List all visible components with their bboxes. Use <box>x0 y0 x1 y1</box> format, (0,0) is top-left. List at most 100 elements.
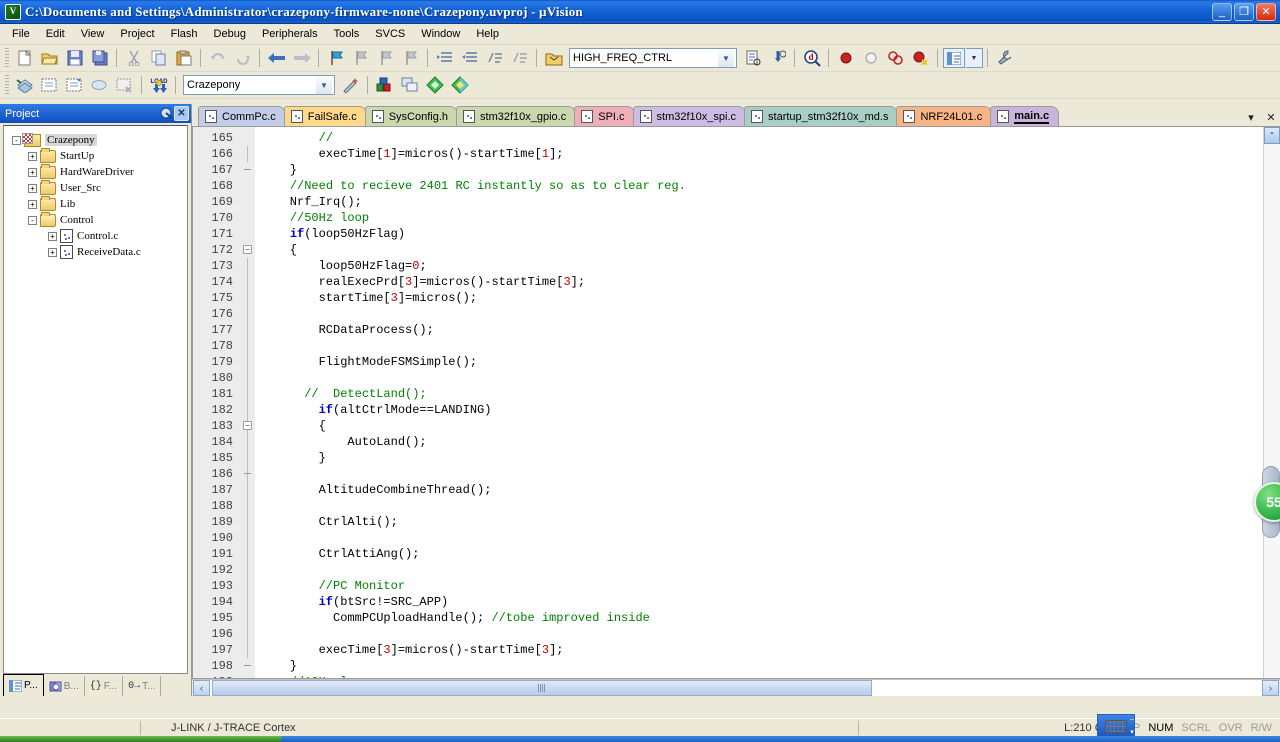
code-line[interactable]: AutoLand(); <box>255 434 1263 450</box>
disable-all-breakpoints-icon[interactable] <box>909 47 932 69</box>
minimize-button[interactable]: _ <box>1212 3 1232 21</box>
windows-taskbar[interactable] <box>0 736 1280 742</box>
code-line[interactable] <box>255 306 1263 322</box>
code-editor[interactable]: 165166167168169170171172−173174175176177… <box>192 126 1280 679</box>
insert-breakpoint-icon[interactable] <box>834 47 857 69</box>
editor-tab-stm32f10x-spi-c[interactable]: stm32f10x_spi.c <box>633 106 746 126</box>
manage-project-items-icon[interactable] <box>373 74 396 96</box>
code-line[interactable]: AltitudeCombineThread(); <box>255 482 1263 498</box>
tree-toggle[interactable]: - <box>12 136 21 145</box>
close-tab-icon[interactable]: ✕ <box>1264 111 1278 124</box>
navigate-forward-icon[interactable] <box>290 47 313 69</box>
code-line[interactable]: //50Hz loop <box>255 210 1263 226</box>
fold-toggle[interactable]: − <box>243 421 252 430</box>
toolbar-grip[interactable] <box>5 75 9 95</box>
indent-icon[interactable] <box>433 47 456 69</box>
tree-toggle[interactable]: + <box>28 152 37 161</box>
code-line[interactable]: Nrf_Irq(); <box>255 194 1263 210</box>
tree-toggle[interactable]: + <box>28 168 37 177</box>
open-file-icon[interactable] <box>38 47 61 69</box>
tree-item-receivedata-c[interactable]: + ReceiveData.c <box>8 244 187 260</box>
editor-tab-spi-c[interactable]: SPI.c <box>574 106 634 126</box>
tree-item-control-c[interactable]: + Control.c <box>8 228 187 244</box>
code-line[interactable]: //10Hz loop <box>255 674 1263 678</box>
translate-icon[interactable] <box>13 74 36 96</box>
project-tab-templates[interactable]: 0→ T... <box>123 676 161 696</box>
code-line[interactable]: CtrlAlti(); <box>255 514 1263 530</box>
bookmark-prev-icon[interactable] <box>349 47 372 69</box>
bookmark-toggle-icon[interactable] <box>324 47 347 69</box>
tree-item-control[interactable]: - Control <box>8 212 187 228</box>
code-line[interactable] <box>255 562 1263 578</box>
debug-start-icon[interactable]: d <box>800 47 823 69</box>
tree-item-user-src[interactable]: + User_Src <box>8 180 187 196</box>
menu-view[interactable]: View <box>73 26 113 42</box>
code-viewport[interactable]: 165166167168169170171172−173174175176177… <box>193 127 1263 678</box>
project-tab-project[interactable]: P... <box>3 674 44 696</box>
menu-edit[interactable]: Edit <box>38 26 73 42</box>
project-target-combo[interactable]: ▼ <box>183 75 335 95</box>
tree-toggle[interactable]: + <box>48 232 57 241</box>
undo-icon[interactable] <box>206 47 229 69</box>
menu-debug[interactable]: Debug <box>206 26 254 42</box>
project-tree[interactable]: - Crazepony + StartUp + HardWareDriver <box>3 125 188 674</box>
code-line[interactable] <box>255 530 1263 546</box>
close-icon[interactable]: ✕ <box>174 106 189 121</box>
copy-icon[interactable] <box>147 47 170 69</box>
menu-window[interactable]: Window <box>413 26 468 42</box>
navigate-back-icon[interactable] <box>265 47 288 69</box>
batch-build-icon[interactable] <box>88 74 111 96</box>
ime-minimize-icon[interactable]: – <box>1130 716 1134 723</box>
code-line[interactable]: CtrlAttiAng(); <box>255 546 1263 562</box>
toolbar-grip[interactable] <box>5 48 9 68</box>
pin-icon[interactable] <box>159 106 174 121</box>
tree-toggle[interactable]: + <box>28 200 37 209</box>
tree-item-lib[interactable]: + Lib <box>8 196 187 212</box>
menu-peripherals[interactable]: Peripherals <box>254 26 326 42</box>
editor-tab-sysconfig-h[interactable]: SysConfig.h <box>365 106 458 126</box>
customize-tools-icon[interactable] <box>993 47 1016 69</box>
code-line[interactable]: //PC Monitor <box>255 578 1263 594</box>
target-combo-input[interactable] <box>570 49 718 67</box>
horizontal-scroll-track[interactable] <box>210 680 1262 696</box>
ime-controls[interactable]: – ▾ <box>1126 714 1138 738</box>
editor-tab-failsafe-c[interactable]: FailSafe.c <box>284 106 367 126</box>
target-options-icon[interactable] <box>542 47 565 69</box>
code-line[interactable]: if(loop50HzFlag) <box>255 226 1263 242</box>
code-line[interactable]: loop50HzFlag=0; <box>255 258 1263 274</box>
tab-list-dropdown-icon[interactable]: ▾ <box>1244 111 1258 124</box>
save-all-icon[interactable] <box>88 47 111 69</box>
tree-toggle[interactable]: - <box>28 216 37 225</box>
code-line[interactable]: CommPCUploadHandle(); //tobe improved in… <box>255 610 1263 626</box>
disable-breakpoint-icon[interactable] <box>859 47 882 69</box>
outdent-icon[interactable] <box>458 47 481 69</box>
menu-tools[interactable]: Tools <box>326 26 368 42</box>
code-line[interactable]: if(btSrc!=SRC_APP) <box>255 594 1263 610</box>
download-icon[interactable]: LOAD <box>147 74 170 96</box>
code-line[interactable]: // <box>255 130 1263 146</box>
code-line[interactable]: } <box>255 658 1263 674</box>
tree-item-hardwaredriver[interactable]: + HardWareDriver <box>8 164 187 180</box>
code-line[interactable]: } <box>255 450 1263 466</box>
code-line[interactable]: RCDataProcess(); <box>255 322 1263 338</box>
tree-toggle[interactable]: + <box>28 184 37 193</box>
tree-item-crazepony[interactable]: - Crazepony <box>8 132 187 148</box>
chevron-down-icon[interactable]: ▼ <box>316 76 332 94</box>
comment-icon[interactable] <box>483 47 506 69</box>
ime-dropdown-icon[interactable]: ▾ <box>1130 728 1134 736</box>
project-target-combo-input[interactable] <box>184 76 316 94</box>
window-layout-dropdown-icon[interactable]: ▼ <box>966 48 983 68</box>
code-line[interactable] <box>255 370 1263 386</box>
cut-icon[interactable] <box>122 47 145 69</box>
menu-project[interactable]: Project <box>112 26 162 42</box>
manage-runtime-env-icon[interactable] <box>448 74 471 96</box>
stop-build-icon[interactable] <box>113 74 136 96</box>
horizontal-scrollbar[interactable]: ‹ › <box>192 679 1280 696</box>
paste-icon[interactable] <box>172 47 195 69</box>
code-line[interactable]: execTime[1]=micros()-startTime[1]; <box>255 146 1263 162</box>
target-combo[interactable]: ▼ <box>569 48 737 68</box>
window-layout-icon[interactable] <box>943 48 965 68</box>
editor-tab-commpc-c[interactable]: CommPc.c <box>198 106 286 126</box>
vertical-scrollbar[interactable]: ⌃ <box>1263 127 1280 678</box>
redo-icon[interactable] <box>231 47 254 69</box>
